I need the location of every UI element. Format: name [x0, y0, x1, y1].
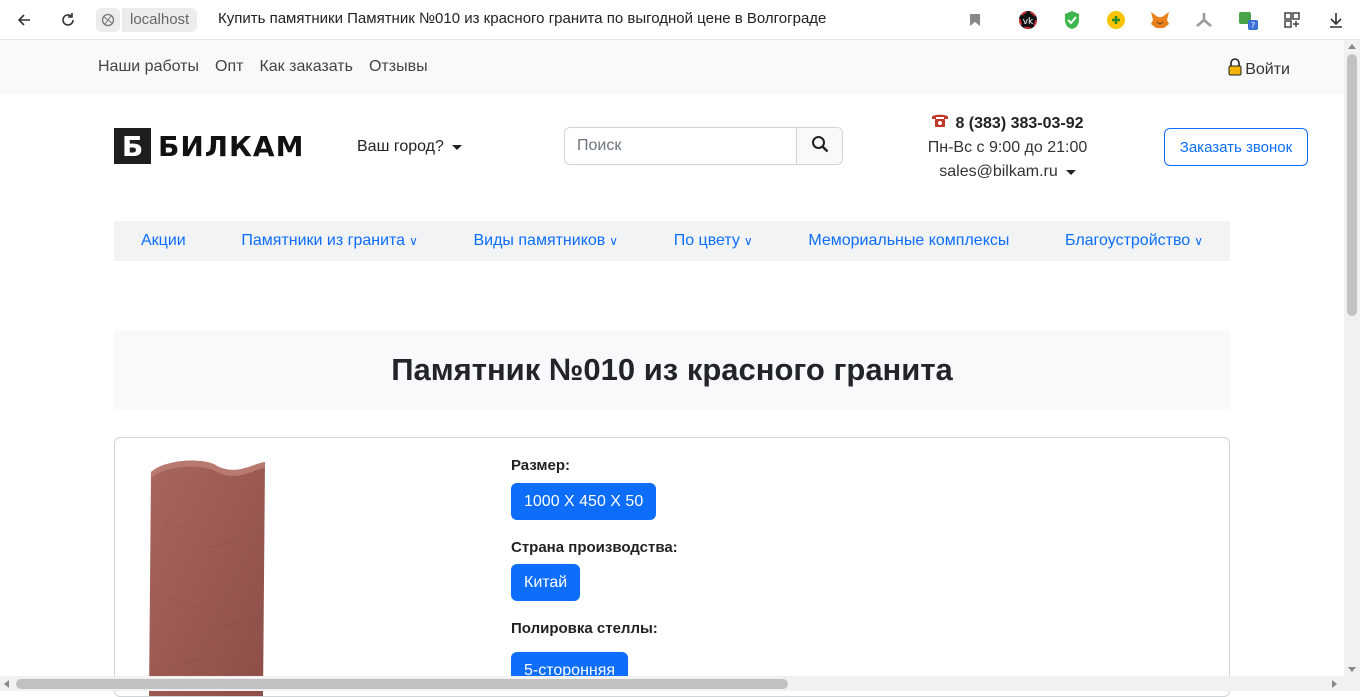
chevron-down-icon: ∨: [609, 234, 619, 248]
shield-extension-icon[interactable]: [1061, 9, 1083, 31]
menu-item-memorial-complexes[interactable]: Мемориальные комплексы: [808, 232, 1009, 250]
top-bar: Наши работы Опт Как заказать Отзывы Войт…: [0, 40, 1344, 95]
main-menu: Акции Памятники из гранита ∨ Виды памятн…: [114, 221, 1230, 261]
menu-item-label: Памятники из гранита: [241, 232, 406, 249]
menu-item-landscaping[interactable]: Благоустройство ∨: [1065, 232, 1203, 250]
email-selector[interactable]: sales@bilkam.ru: [900, 160, 1115, 184]
tool-extension-icon[interactable]: [1193, 9, 1215, 31]
site-info-icon[interactable]: [96, 8, 120, 32]
city-label: Ваш город?: [357, 138, 444, 155]
menu-item-label: По цвету: [673, 232, 740, 249]
working-hours: Пн-Вс с 9:00 до 21:00: [927, 139, 1088, 156]
bookmark-icon[interactable]: [964, 9, 986, 31]
svg-text:?: ?: [1251, 21, 1255, 30]
size-label: Размер:: [511, 457, 571, 474]
reload-icon[interactable]: [56, 8, 80, 32]
menu-item-promotions[interactable]: Акции: [141, 232, 186, 250]
menu-item-by-color[interactable]: По цвету ∨: [674, 232, 753, 250]
vertical-scroll-thumb[interactable]: [1347, 54, 1357, 316]
coin-extension-icon[interactable]: [1105, 9, 1127, 31]
scroll-left-icon[interactable]: [4, 680, 9, 688]
chevron-down-icon: ∨: [1194, 234, 1203, 248]
menu-item-granite-monuments[interactable]: Памятники из гранита ∨: [241, 232, 418, 250]
logo-text: БИЛКАМ: [158, 129, 305, 163]
request-call-button[interactable]: Заказать звонок: [1164, 128, 1308, 166]
search-input[interactable]: [565, 128, 796, 164]
menu-item-label: Мемориальные комплексы: [808, 232, 1010, 249]
caret-down-icon: [1065, 169, 1076, 175]
top-links: Наши работы Опт Как заказать Отзывы: [98, 58, 428, 76]
search-form: [564, 127, 843, 165]
extensions-icon[interactable]: [1281, 9, 1303, 31]
city-selector[interactable]: Ваш город?: [357, 138, 462, 156]
chevron-down-icon: ∨: [743, 234, 753, 248]
phone-line[interactable]: 8 (383) 383-03-92: [900, 112, 1115, 136]
page-title-bar[interactable]: Купить памятники Памятник №010 из красно…: [218, 10, 826, 27]
menu-item-label: Акции: [141, 232, 186, 249]
phone-number: 8 (383) 383-03-92: [955, 115, 1084, 132]
menu-item-monument-types[interactable]: Виды памятников ∨: [473, 232, 618, 250]
caret-down-icon: [451, 144, 462, 150]
scroll-down-icon[interactable]: [1348, 667, 1356, 672]
telephone-icon: [931, 112, 949, 136]
puzzle-badge-extension-icon[interactable]: ?: [1237, 9, 1259, 31]
horizontal-scroll-thumb[interactable]: [16, 679, 788, 689]
logo-mark: Б: [114, 128, 151, 164]
menu-item-label: Благоустройство: [1065, 232, 1191, 249]
site-logo[interactable]: Б БИЛКАМ: [114, 128, 304, 164]
top-link-how-to-order[interactable]: Как заказать: [259, 58, 353, 76]
product-card: Размер: 1000 X 450 X 50 Страна производс…: [114, 437, 1230, 697]
vk-extension-icon[interactable]: vk: [1017, 9, 1039, 31]
horizontal-scrollbar[interactable]: [0, 676, 1360, 691]
top-link-wholesale[interactable]: Опт: [215, 58, 243, 76]
product-title: Памятник №010 из красного гранита: [391, 352, 953, 387]
chevron-down-icon: ∨: [409, 234, 418, 248]
svg-text:vk: vk: [1023, 17, 1034, 27]
search-button[interactable]: [796, 128, 842, 164]
scroll-right-icon[interactable]: [1332, 680, 1337, 688]
size-option-button[interactable]: 1000 X 450 X 50: [511, 483, 657, 520]
contact-block: 8 (383) 383-03-92 Пн-Вс с 9:00 до 21:00 …: [900, 112, 1115, 184]
polish-label: Полировка стеллы:: [511, 620, 658, 637]
country-option-button[interactable]: Китай: [511, 564, 581, 601]
back-arrow-icon[interactable]: [12, 8, 36, 32]
scroll-up-icon[interactable]: [1348, 44, 1356, 49]
email-address: sales@bilkam.ru: [939, 163, 1058, 180]
monument-image[interactable]: [147, 458, 267, 696]
lock-icon: [1227, 58, 1243, 81]
product-title-band: Памятник №010 из красного гранита: [114, 331, 1230, 409]
menu-item-label: Виды памятников: [473, 232, 606, 249]
fox-extension-icon[interactable]: [1149, 9, 1171, 31]
login-label: Войти: [1245, 60, 1290, 78]
address-host[interactable]: localhost: [122, 8, 198, 32]
vertical-scrollbar[interactable]: [1344, 40, 1360, 676]
top-link-works[interactable]: Наши работы: [98, 58, 199, 76]
login-link[interactable]: Войти: [1227, 58, 1290, 81]
browser-toolbar: localhost Купить памятники Памятник №010…: [0, 0, 1360, 40]
download-icon[interactable]: [1325, 9, 1347, 31]
search-icon: [811, 135, 829, 158]
country-label: Страна производства:: [511, 539, 678, 556]
top-link-reviews[interactable]: Отзывы: [369, 58, 428, 76]
